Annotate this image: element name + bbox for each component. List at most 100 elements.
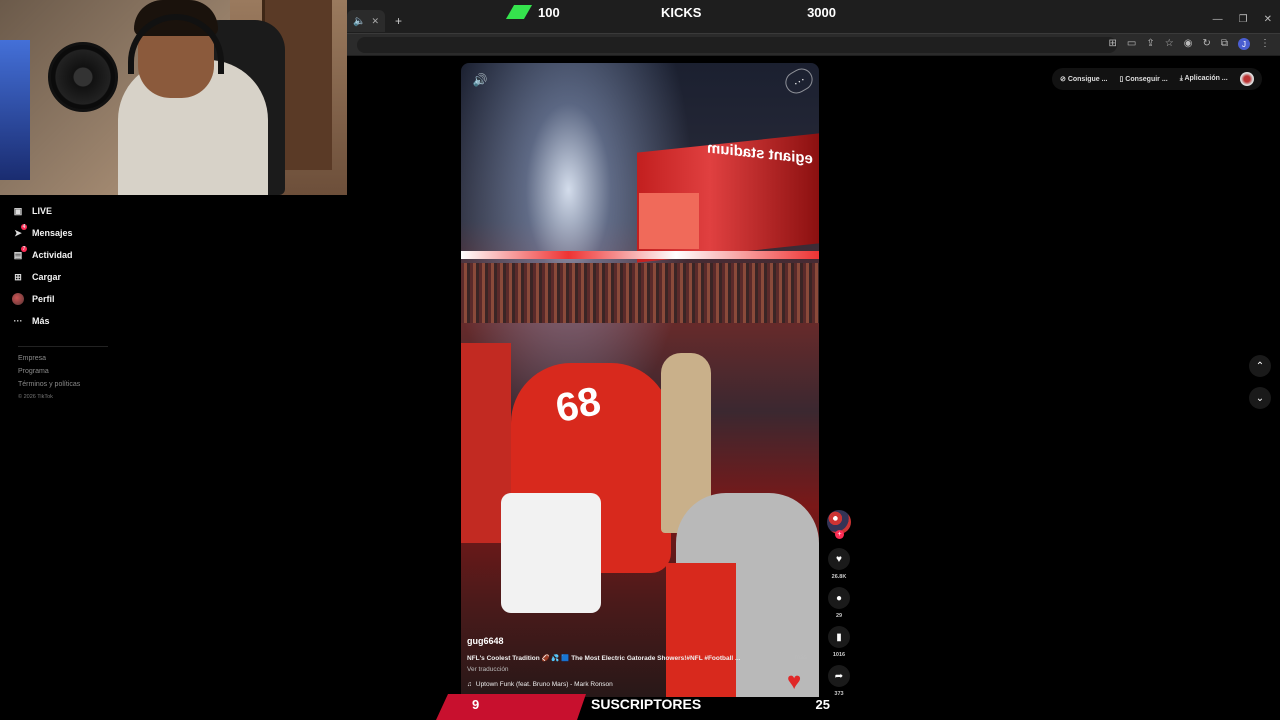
sidebar-item-live[interactable]: ▣ LIVE	[0, 200, 200, 222]
kicks-goal-bar: 100 KICKS 3000	[500, 2, 840, 22]
live-tv-icon: ▣	[13, 205, 23, 216]
sidebar-item-profile[interactable]: Perfil	[0, 288, 200, 310]
like-button[interactable]: ♥	[828, 548, 850, 570]
close-tab-icon[interactable]: ✕	[371, 16, 379, 27]
subscriber-goal: 25	[815, 697, 830, 712]
subscriber-progress-fill	[436, 694, 586, 720]
music-title: Uptown Funk (feat. Bruno Mars) - Mark Ro…	[475, 681, 613, 688]
bookmark-icon: ▮	[836, 631, 842, 643]
star-icon[interactable]: ☆	[1165, 38, 1174, 50]
more-icon: ···	[13, 316, 23, 326]
follow-plus-icon[interactable]: +	[835, 530, 844, 539]
subscriber-label: SUSCRIPTORES	[591, 696, 702, 712]
comment-icon: ●	[835, 592, 843, 604]
stadium-ribbon-board	[461, 251, 819, 259]
sidebar-item-messages[interactable]: ➤ 4 Mensajes	[0, 222, 200, 244]
sidebar-item-upload[interactable]: ⊞ Cargar	[0, 266, 200, 288]
comment-button[interactable]: ●	[828, 587, 850, 609]
kicks-label: KICKS	[661, 4, 702, 20]
sidebar-item-activity[interactable]: ▤ 7 Actividad	[0, 244, 200, 266]
user-avatar[interactable]	[1239, 72, 1254, 86]
share-icon[interactable]: ⇪	[1146, 38, 1154, 50]
video-username[interactable]: gug6648	[467, 636, 817, 646]
save-button[interactable]: ▮	[828, 626, 850, 648]
cast-icon[interactable]: ▭	[1127, 38, 1136, 50]
share-button[interactable]: ➦	[828, 665, 850, 687]
next-video-button[interactable]: ⌄	[1249, 387, 1271, 409]
new-tab-button[interactable]: +	[395, 14, 402, 28]
get-coins-button[interactable]: ⊘ Consigue ...	[1060, 75, 1107, 83]
liked-heart-icon: ♥	[787, 668, 802, 695]
messages-badge: 4	[21, 224, 27, 230]
window-controls: — ❐ ✕	[1213, 14, 1272, 25]
browser-toolbar: ⊞ ▭ ⇪ ☆ ◉ ↻ ⧉ J ⋮	[347, 33, 1280, 55]
subscriber-current: 9	[472, 697, 480, 712]
previous-video-button[interactable]: ⌃	[1249, 355, 1271, 377]
video-caption: gug6648 NFL's Coolest Tradition 🏈 💦 🟦 Th…	[467, 636, 817, 688]
minimize-icon[interactable]: —	[1213, 14, 1223, 25]
upload-icon: ⊞	[14, 271, 22, 282]
microphone-light	[0, 40, 30, 180]
profile-avatar-icon	[12, 293, 24, 305]
heart-icon: ♥	[836, 553, 842, 565]
webcam-feed	[0, 0, 347, 195]
translate-link[interactable]: Ver traducción	[467, 666, 817, 673]
description-text: NFL's Coolest Tradition 🏈 💦 🟦 The Most E…	[467, 655, 741, 662]
toolbar-icons: ⊞ ▭ ⇪ ☆ ◉ ↻ ⧉ J ⋮	[1109, 38, 1270, 50]
speaker-icon: 🔈	[353, 15, 366, 27]
get-app-label: Conseguir ...	[1125, 76, 1168, 83]
activity-icon: ▤ 7	[13, 246, 27, 260]
translate-icon[interactable]: ⊞	[1109, 38, 1117, 50]
player-pants	[501, 493, 601, 613]
browser-tab[interactable]: 🔈 ✕	[347, 10, 385, 32]
reload-icon[interactable]: ↻	[1202, 38, 1210, 50]
comment-count: 29	[835, 613, 843, 619]
send-icon: ➤ 4	[14, 224, 27, 238]
tiktok-sidebar: ▣ LIVE ➤ 4 Mensajes ▤ 7 Actividad ⊞ Cargar…	[0, 200, 200, 406]
sidebar-item-more[interactable]: ··· Más	[0, 310, 200, 332]
top-actions: ⊘ Consigue ... ▯ Conseguir ... ⤓ Aplicac…	[1052, 68, 1262, 90]
jersey-number: 68	[551, 378, 605, 432]
sidebar-item-label: Más	[32, 316, 50, 326]
address-bar[interactable]	[357, 37, 1117, 53]
activity-badge: 7	[21, 246, 27, 252]
extensions-puzzle-icon[interactable]: ⧉	[1221, 38, 1228, 50]
get-app-button[interactable]: ▯ Conseguir ...	[1119, 75, 1167, 83]
sidebar-item-label: LIVE	[32, 206, 53, 216]
chevron-down-icon: ⌄	[1255, 392, 1265, 404]
more-link[interactable]: más	[795, 654, 817, 662]
screen: 🔈 ✕ + — ❐ ✕ ⊞ ▭ ⇪ ☆ ◉ ↻ ⧉ J ⋮ 100 KICKS …	[0, 0, 1280, 720]
sidebar-item-label: Cargar	[32, 272, 62, 282]
extension-icon[interactable]: ◉	[1184, 38, 1193, 50]
restore-icon[interactable]: ❐	[1239, 14, 1248, 25]
copyright: © 2026 TikTok	[18, 394, 53, 400]
footer-link-program[interactable]: Programa	[18, 368, 200, 375]
subscriber-goal-bar: 9 SUSCRIPTORES 25	[436, 694, 846, 720]
sidebar-divider	[18, 346, 108, 347]
action-rail: + ♥ 26.8K ● 29 ▮ 1016 ➦ 373	[826, 510, 852, 704]
desktop-app-label: Aplicación ...	[1184, 75, 1228, 82]
music-row[interactable]: ♫ Uptown Funk (feat. Bruno Mars) - Mark …	[467, 681, 817, 688]
kicks-goal: 3000	[807, 4, 836, 20]
sidebar-footer: Empresa Programa Términos y políticas © …	[0, 355, 200, 400]
footer-link-company[interactable]: Empresa	[18, 355, 200, 362]
volume-icon[interactable]: 🔊	[470, 72, 490, 88]
like-count: 26.8K	[831, 574, 847, 580]
desktop-app-button[interactable]: ⤓ Aplicación ...	[1180, 75, 1228, 83]
share-arrow-icon: ➦	[834, 670, 844, 682]
video-player[interactable]: egiant stadium 68	[461, 63, 819, 697]
footer-link-terms[interactable]: Términos y políticas	[18, 381, 200, 388]
sidebar-item-label: Actividad	[32, 250, 73, 260]
kicks-current: 100	[538, 4, 560, 20]
sidebar-item-label: Perfil	[32, 294, 55, 304]
creator-avatar[interactable]: +	[827, 510, 851, 539]
music-note-icon: ♫	[467, 681, 472, 688]
save-count: 1016	[832, 652, 846, 658]
video-description: NFL's Coolest Tradition 🏈 💦 🟦 The Most E…	[467, 654, 817, 662]
menu-icon[interactable]: ⋮	[1260, 38, 1270, 50]
profile-icon[interactable]: J	[1238, 38, 1250, 50]
desk-fan	[48, 42, 118, 112]
kicks-bolt-icon	[505, 5, 533, 19]
close-window-icon[interactable]: ✕	[1264, 14, 1272, 25]
get-coins-label: Consigue ...	[1067, 76, 1108, 83]
